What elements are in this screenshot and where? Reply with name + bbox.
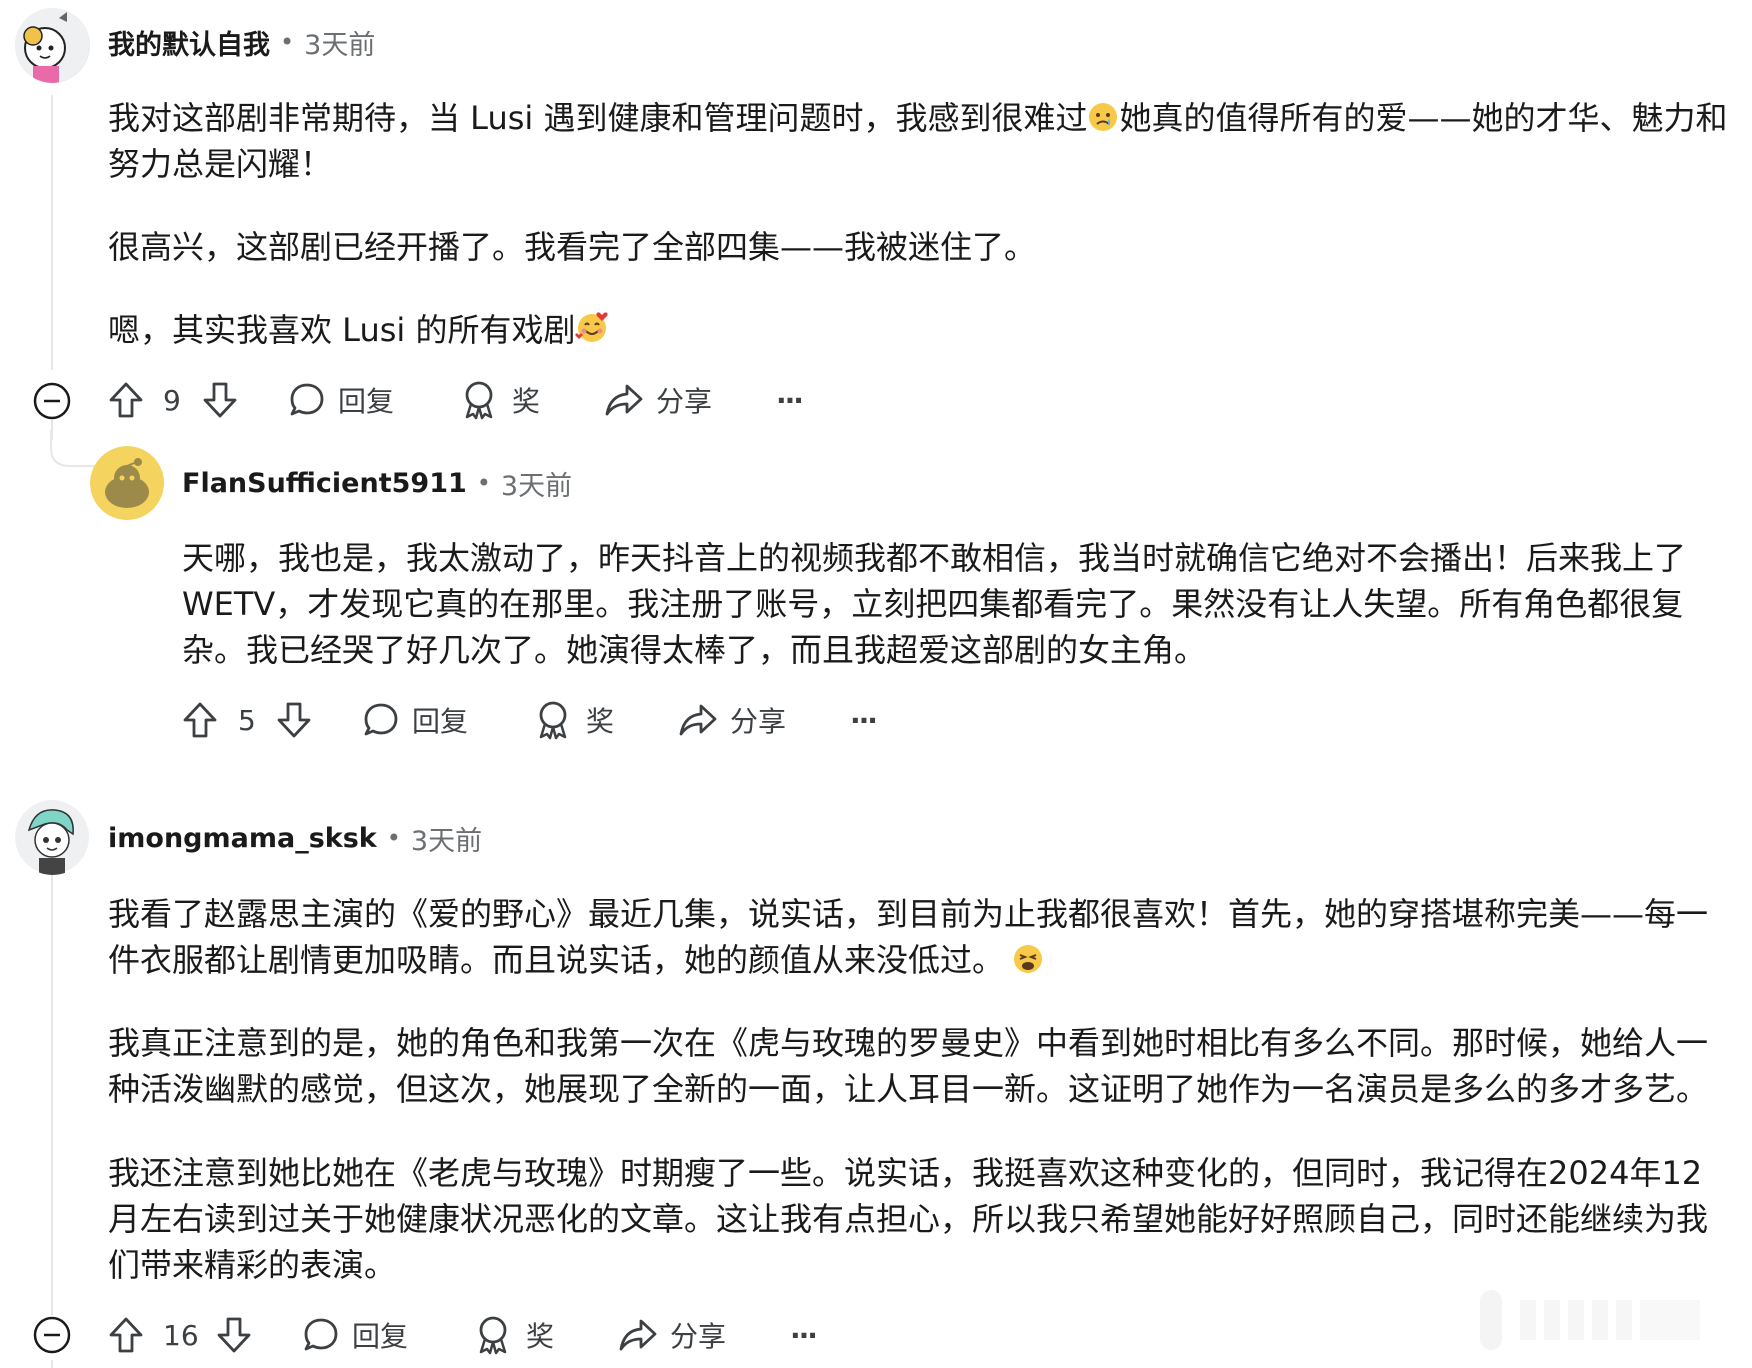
comment-text-line: WETV，才发现它真的在那里。我注册了账号，立刻把四集都看完了。果然没有让人失望… <box>182 585 1684 623</box>
downvote-button[interactable] <box>276 695 312 745</box>
reply-label: 回复 <box>352 1320 409 1353</box>
share-label: 分享 <box>730 705 787 738</box>
username[interactable]: FlanSufficient5911 <box>182 468 467 499</box>
user-avatar[interactable] <box>15 800 90 875</box>
upvote-button[interactable] <box>108 375 144 425</box>
comment-actions: 5 回复 奖 分享 ··· <box>182 695 882 745</box>
more-options-button[interactable]: ··· <box>850 695 878 745</box>
upvote-icon <box>109 382 143 418</box>
reply-label: 回复 <box>338 385 395 418</box>
comment-header: imongmama_sksk • 3天前 <box>108 818 482 858</box>
comment-text-line: 嗯，其实我喜欢 Lusi 的所有戏剧 <box>108 307 609 357</box>
more-options-button[interactable]: ··· <box>790 1310 818 1360</box>
share-icon <box>619 1319 657 1351</box>
vote-count: 5 <box>238 703 256 737</box>
award-label: 奖 <box>586 705 615 738</box>
thread-line-1 <box>51 95 53 370</box>
reply-button[interactable]: 回复 <box>288 375 394 425</box>
comment-text-line: 我还注意到她比她在《老虎与玫瑰》时期瘦了一些。说实话，我挺喜欢这种变化的，但同时… <box>108 1154 1703 1192</box>
share-button[interactable]: 分享 <box>604 375 712 425</box>
weary-face-emoji <box>1012 941 1044 987</box>
upvote-button[interactable] <box>108 1310 144 1360</box>
upvote-icon <box>183 702 217 738</box>
share-button[interactable]: 分享 <box>618 1310 726 1360</box>
more-icon: ··· <box>776 383 804 417</box>
upvote-icon <box>109 1317 143 1353</box>
username[interactable]: imongmama_sksk <box>108 823 377 854</box>
collapse-icon[interactable] <box>33 1316 71 1354</box>
share-icon <box>605 384 643 416</box>
separator-dot: • <box>386 824 401 852</box>
comment-header: 我的默认自我 • 3天前 <box>108 22 375 62</box>
reply-label: 回复 <box>412 705 469 738</box>
share-icon <box>679 704 717 736</box>
thread-line-3 <box>51 870 53 1315</box>
watermark-logo <box>1480 1290 1700 1350</box>
comment-text-line: 杂。我已经哭了好几次了。她演得太棒了，而且我超爱这部剧的女主角。 <box>182 631 1207 669</box>
comment-text-line: 我对这部剧非常期待，当 Lusi 遇到健康和管理问题时，我感到很难过 她真的值得所… <box>108 95 1727 145</box>
collapse-icon[interactable] <box>33 382 71 420</box>
separator-dot: • <box>280 28 295 56</box>
separator-dot: • <box>476 469 491 497</box>
comment-text-line: 我真正注意到的是，她的角色和我第一次在《虎与玫瑰的罗曼史》中看到她时相比有多么不… <box>108 1024 1709 1062</box>
comment-header: FlanSufficient5911 • 3天前 <box>182 463 572 503</box>
timestamp[interactable]: 3天前 <box>304 23 375 62</box>
comment-text-line: 天哪，我也是，我太激动了，昨天抖音上的视频我都不敢相信，我当时就确信它绝对不会播… <box>182 539 1687 577</box>
award-button[interactable]: 奖 <box>460 375 540 425</box>
comment-text-line: 们带来精彩的表演。 <box>108 1246 397 1284</box>
award-label: 奖 <box>526 1320 555 1353</box>
award-button[interactable]: 奖 <box>474 1310 554 1360</box>
award-icon <box>539 701 567 740</box>
comment-bubble-icon <box>290 383 324 416</box>
user-avatar[interactable] <box>90 446 165 521</box>
thread-line-3-lower <box>51 1360 53 1368</box>
thread-branch <box>50 430 95 467</box>
timestamp[interactable]: 3天前 <box>501 464 572 503</box>
share-label: 分享 <box>670 1320 727 1353</box>
comment-text-line: 月左右读到过关于她健康状况恶化的文章。这让我有点担心，所以我只希望她能好好照顾自… <box>108 1200 1709 1238</box>
comment-text-line: 我看了赵露思主演的《爱的野心》最近几集，说实话，到目前为止我都很喜欢！首先，她的… <box>108 895 1709 933</box>
award-icon <box>479 1316 507 1355</box>
smiling-face-with-hearts-emoji <box>575 311 609 357</box>
reply-button[interactable]: 回复 <box>362 695 468 745</box>
comment-bubble-icon <box>364 703 398 736</box>
more-icon: ··· <box>850 703 878 737</box>
comment-actions: 9 回复 奖 分享 ··· <box>108 375 808 425</box>
vote-count: 16 <box>163 1318 199 1352</box>
vote-count: 9 <box>163 383 181 417</box>
share-label: 分享 <box>656 385 713 418</box>
username[interactable]: 我的默认自我 <box>108 23 270 62</box>
comment-text-line: 努力总是闪耀！ <box>108 145 333 183</box>
comment-text-line: 很高兴，这部剧已经开播了。我看完了全部四集——我被迷住了。 <box>108 228 1037 266</box>
downvote-button[interactable] <box>202 375 238 425</box>
award-label: 奖 <box>512 385 541 418</box>
comment-bubble-icon <box>304 1318 338 1351</box>
share-button[interactable]: 分享 <box>678 695 786 745</box>
upvote-button[interactable] <box>182 695 218 745</box>
reply-button[interactable]: 回复 <box>302 1310 408 1360</box>
more-icon: ··· <box>790 1318 818 1352</box>
downvote-icon <box>203 382 237 418</box>
timestamp[interactable]: 3天前 <box>411 819 482 858</box>
award-icon <box>465 381 493 420</box>
award-button[interactable]: 奖 <box>534 695 614 745</box>
downvote-icon <box>217 1317 251 1353</box>
comment-text-line: 种活泼幽默的感觉，但这次，她展现了全新的一面，让人耳目一新。这证明了她作为一名演… <box>108 1070 1709 1108</box>
downvote-icon <box>277 702 311 738</box>
comment-actions: 16 回复 奖 分享 ··· <box>108 1310 828 1360</box>
comment-text-line: 件衣服都让剧情更加吸睛。而且说实话，她的颜值从来没低过。 <box>108 937 1044 987</box>
crying-face-emoji <box>1087 99 1119 145</box>
user-avatar[interactable] <box>15 8 90 83</box>
more-options-button[interactable]: ··· <box>776 375 804 425</box>
downvote-button[interactable] <box>216 1310 252 1360</box>
